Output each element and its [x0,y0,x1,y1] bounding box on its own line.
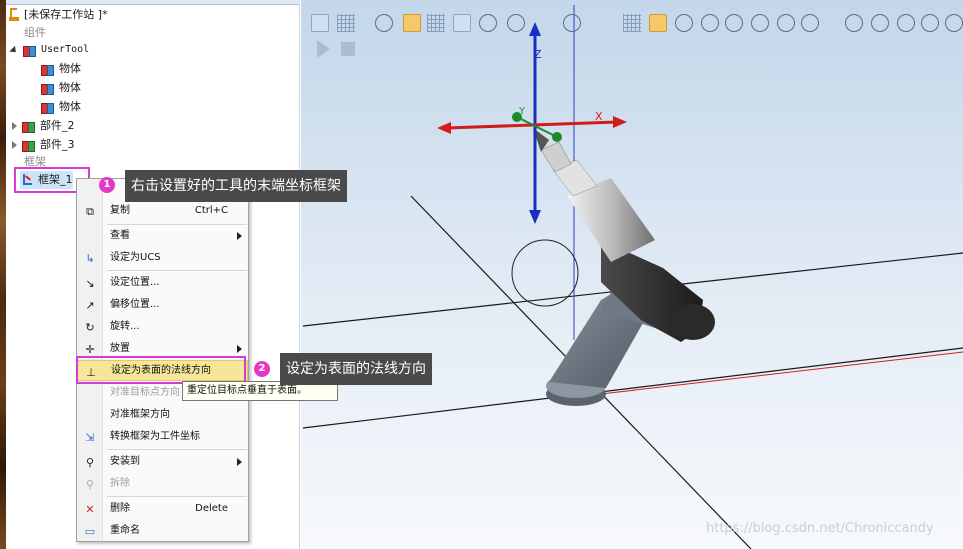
component-icon [22,43,36,57]
attach-icon: ⚲ [85,455,95,469]
expand-open-icon[interactable] [9,45,19,55]
submenu-arrow-icon [237,232,242,240]
callout-badge-2: 2 [254,361,270,377]
menu-item-offset-position[interactable]: ↗ 偏移位置... [77,294,248,315]
tree-node-part-2[interactable]: 部件_2 [12,117,75,135]
select-part-icon[interactable] [403,14,421,32]
view-grid-icon[interactable] [337,14,355,32]
watermark: https://blog.csdn.net/Chroniccandy [706,521,934,536]
tool-motor-cap [671,304,715,340]
menu-item-copy[interactable]: ⧉ 复制 Ctrl+C [77,200,248,221]
body-icon [40,100,54,114]
tree-node-body-2[interactable]: 物体 [40,79,81,97]
menu-separator [107,449,247,450]
menu-separator [107,270,247,271]
tree-node-station[interactable]: [未保存工作站 ]* [8,6,108,24]
menu-separator [107,496,247,497]
body-icon [40,81,54,95]
body-icon [40,62,54,76]
viewport-canvas[interactable]: Z X Y [301,0,963,549]
select-curve-icon[interactable] [375,14,393,32]
detach-icon: ⚲ [85,477,95,491]
menu-item-attach-to[interactable]: ⚲ 安装到 [77,451,248,472]
menu-item-delete[interactable]: ✕ 删除 Delete [77,498,248,519]
station-icon [8,7,22,23]
snap-center-icon[interactable] [649,14,667,32]
axis-x-label: X [595,110,603,123]
submenu-arrow-icon [237,458,242,466]
select-group-icon[interactable] [427,14,445,32]
tree-node-part-3[interactable]: 部件_3 [12,136,75,154]
menu-item-align-frame[interactable]: 对准框架方向 [77,404,248,425]
menu-item-highlight-box [76,356,246,384]
axis-y-label: Y [518,106,526,117]
callout-1: 右击设置好的工具的末端坐标框架 [125,170,347,202]
component-icon [21,119,35,133]
submenu-arrow-icon [237,345,242,353]
copy-icon: ⧉ [86,204,94,218]
place-icon: ✛ [85,342,95,356]
arrow-icon: ↘ [85,276,95,290]
menu-item-set-ucs[interactable]: ↳ 设定为UCS [77,247,248,268]
stop-icon[interactable] [341,42,355,56]
view-cube-icon[interactable] [311,14,329,32]
rotate-icon: ↻ [85,320,95,334]
callout-badge-1: 1 [99,177,115,193]
offset-icon: ↗ [85,298,95,312]
axis-z-label: Z [534,48,542,61]
snap-cog-icon[interactable] [751,14,769,32]
snap-midpoint-icon[interactable] [675,14,693,32]
delete-icon: ✕ [85,502,95,516]
menu-item-detach[interactable]: ⚲ 拆除 [77,473,248,494]
tree-node-usertool[interactable]: UserTool [9,41,89,59]
menu-item-set-position[interactable]: ↘ 设定位置... [77,272,248,293]
rename-icon: ▭ [84,524,96,538]
menu-item-rename[interactable]: ▭ 重命名 [77,520,248,541]
menu-item-convert-workobject[interactable]: ⇲ 转换框架为工件坐标 [77,426,248,447]
snap-edge-icon[interactable] [725,14,743,32]
panel-tab-bar [6,0,300,5]
measure-point-icon[interactable] [845,14,863,32]
select-body-icon[interactable] [453,14,471,32]
select-edge-icon[interactable] [507,14,525,32]
tree-node-body-1[interactable]: 物体 [40,60,81,78]
tree-node-body-3[interactable]: 物体 [40,98,81,116]
expand-closed-icon[interactable] [12,141,17,149]
component-icon [21,138,35,152]
callout-2: 设定为表面的法线方向 [280,353,432,385]
measure-angle-icon[interactable] [871,14,889,32]
ucs-icon: ↳ [85,251,95,265]
expand-closed-icon[interactable] [12,122,17,130]
tree-header-components: 组件 [24,26,46,39]
menu-item-view[interactable]: 查看 [77,225,248,246]
snap-base-frame-icon[interactable] [801,14,819,32]
measure-distance-icon[interactable] [921,14,939,32]
viewport-toolbar-band [301,0,963,66]
3d-viewport[interactable]: Z X Y [301,0,963,549]
snap-object-icon[interactable] [563,14,581,32]
measure-min-distance-icon[interactable] [945,14,963,32]
station-title: [未保存工作站 ]* [24,8,108,21]
select-surface-icon[interactable] [479,14,497,32]
menu-item-rotate[interactable]: ↻ 旋转... [77,316,248,337]
convert-icon: ⇲ [85,430,95,444]
measure-diameter-icon[interactable] [897,14,915,32]
snap-local-origin-icon[interactable] [777,14,795,32]
snap-grid-icon[interactable] [623,14,641,32]
snap-end-icon[interactable] [701,14,719,32]
play-icon[interactable] [317,40,330,58]
